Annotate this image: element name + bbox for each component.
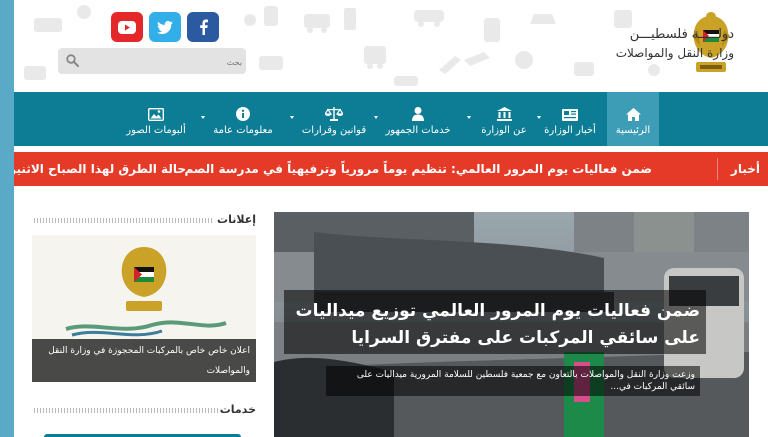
featured-slider[interactable]: ضمن فعاليات يوم المرور العالمي توزيع ميد… <box>274 212 749 437</box>
search-icon[interactable] <box>66 54 79 67</box>
page: دولـــــة فلسطيـــن وزارة النقل والمواصل… <box>14 0 768 437</box>
sidebar: إعلانات اعلان خاص خاص بالمركبات المحجوزة… <box>32 212 256 437</box>
nav-item-about-ministry[interactable]: عن الوزارة <box>474 92 534 146</box>
main-content: ضمن فعاليات يوم المرور العالمي توزيع ميد… <box>14 192 768 437</box>
ticker-divider <box>717 158 718 180</box>
brand-line-state: دولـــــة فلسطيـــن <box>629 27 734 42</box>
search-box <box>58 48 246 74</box>
news-ticker: أخبار ضمن فعاليات يوم المرور العالمي: تن… <box>14 152 768 186</box>
nav-item-home[interactable]: الرئيسية <box>607 92 659 146</box>
nav-item-public-services[interactable]: خدمات الجمهور <box>380 92 456 146</box>
scales-icon <box>325 103 343 121</box>
chevron-down-icon <box>467 116 471 119</box>
search-input[interactable] <box>82 51 244 73</box>
nav-item-ministry-news[interactable]: أخبار الوزارة <box>542 92 598 146</box>
ministry-name[interactable]: دولـــــة فلسطيـــن وزارة النقل والمواصل… <box>514 26 734 62</box>
chevron-down-icon <box>290 116 294 119</box>
newspaper-icon <box>562 103 578 121</box>
nav-label: معلومات عامة <box>213 124 273 136</box>
facebook-button[interactable] <box>187 12 219 42</box>
ads-section-header: إعلانات <box>32 212 256 228</box>
services-section-header: خدمات <box>32 402 256 418</box>
chevron-down-icon <box>537 116 541 119</box>
bank-icon <box>496 103 512 121</box>
section-divider <box>34 218 214 223</box>
site-header: دولـــــة فلسطيـــن وزارة النقل والمواصل… <box>14 0 768 92</box>
services-title: خدمات <box>219 403 256 416</box>
twitter-button[interactable] <box>149 12 181 42</box>
user-icon <box>412 103 424 121</box>
nav-label: قوانين وقرارات <box>301 124 367 136</box>
slide-title[interactable]: ضمن فعاليات يوم المرور العالمي توزيع ميد… <box>284 298 700 352</box>
nav-label: خدمات الجمهور <box>385 124 451 136</box>
nav-label: عن الوزارة <box>481 124 527 136</box>
slide-title-box[interactable]: ضمن فعاليات يوم المرور العالمي توزيع ميد… <box>284 290 706 354</box>
nav-label: أخبار الوزارة <box>544 124 596 136</box>
ad-caption[interactable]: اعلان خاص خاص بالمركبات المحجوزة في وزار… <box>32 339 256 382</box>
brand-line-ministry: وزارة النقل والمواصلات <box>615 46 734 60</box>
nav-item-laws-decisions[interactable]: قوانين وقرارات <box>296 92 372 146</box>
nav-item-general-info[interactable]: معلومات عامة <box>208 92 278 146</box>
ticker-item[interactable]: ضمن فعاليات يوم المرور العالمي: تنظيم يو… <box>184 152 652 186</box>
chevron-down-icon <box>201 116 205 119</box>
twitter-icon <box>157 20 173 34</box>
section-divider <box>34 408 218 413</box>
home-icon <box>625 103 641 121</box>
ticker-item[interactable]: حالة الطرق لهذا الصباح الاثنين <box>14 152 186 186</box>
facebook-icon <box>199 19 208 35</box>
nav-item-photo-albums[interactable]: ألبومات الصور <box>120 92 192 146</box>
main-nav: الرئيسية أخبار الوزارة عن الوزارة خدمات … <box>14 92 768 146</box>
chevron-down-icon <box>374 116 378 119</box>
ad-card[interactable]: اعلان خاص خاص بالمركبات المحجوزة في وزار… <box>32 235 256 382</box>
slide-summary[interactable]: وزعت وزارة النقل والمواصلات بالتعاون مع … <box>326 366 700 396</box>
info-icon <box>236 103 250 121</box>
nav-label: الرئيسية <box>615 124 651 136</box>
youtube-button[interactable] <box>111 12 143 42</box>
youtube-icon <box>118 20 136 34</box>
nav-label: ألبومات الصور <box>126 124 186 136</box>
ticker-label: أخبار <box>730 162 760 176</box>
image-icon <box>148 103 164 121</box>
ads-title: إعلانات <box>217 213 256 226</box>
